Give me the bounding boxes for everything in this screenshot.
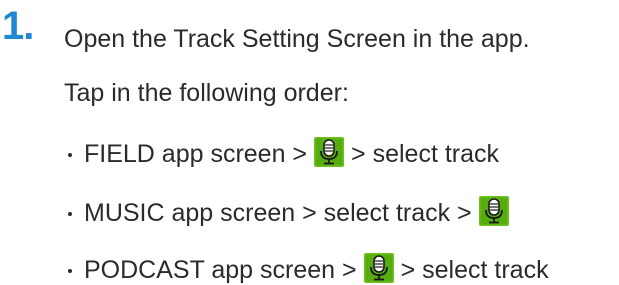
bullet-dot [68,153,72,157]
microphone-icon [478,196,509,226]
microphone-icon [363,253,394,283]
list-item: MUSIC app screen > select track > [66,196,516,228]
list-item-text: MUSIC app screen > select track > [84,199,472,227]
microphone-icon [314,137,345,167]
list-item-text: > select track [400,256,549,284]
list-item-text: FIELD app screen > [84,140,308,168]
list-item: FIELD app screen > > select track [66,137,500,169]
order-heading: Tap in the following order: [64,79,349,107]
list-item-text: > select track [351,140,500,168]
instruction-text: Open the Track Setting Screen in the app… [64,25,530,53]
bullet-dot [68,269,72,273]
bullet-dot [68,212,72,216]
list-item-text: PODCAST app screen > [84,256,357,284]
list-item: PODCAST app screen > > select track [66,253,549,285]
step-number: 1. [2,4,34,48]
